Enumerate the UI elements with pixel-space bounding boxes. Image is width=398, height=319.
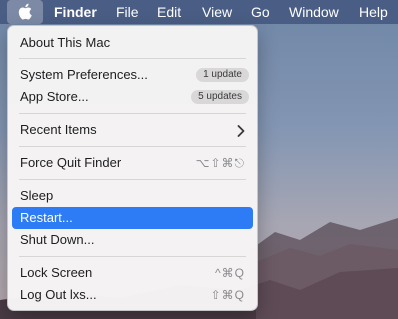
menubar-finder[interactable]: Finder [54,4,97,20]
menu-separator [19,113,246,114]
menubar-go[interactable]: Go [251,4,270,20]
menu-item-label: Sleep [20,188,54,203]
keyboard-shortcut: ^⌘Q [215,266,245,280]
menu-item-label: Lock Screen [20,265,93,280]
menu-item-restart[interactable]: Restart... [12,207,253,229]
menu-separator [19,179,246,180]
menu-separator [19,256,246,257]
apple-logo-icon [18,3,32,20]
menu-item-label: App Store... [20,89,89,104]
menu-item-label: Shut Down... [20,232,95,247]
menu-separator [19,146,246,147]
chevron-right-icon [237,122,245,138]
menu-item-app-store[interactable]: App Store... 5 updates [12,86,253,108]
apple-menu-button[interactable] [7,0,43,24]
menu-item-log-out[interactable]: Log Out lxs... ⇧⌘Q [12,284,253,306]
menu-item-label: Force Quit Finder [20,155,122,170]
menu-item-shut-down[interactable]: Shut Down... [12,229,253,251]
menu-item-lock-screen[interactable]: Lock Screen ^⌘Q [12,262,253,284]
menu-bar: Finder File Edit View Go Window Help [0,0,398,24]
menu-item-recent-items[interactable]: Recent Items [12,119,253,141]
menubar-view[interactable]: View [202,4,232,20]
menu-item-label: Recent Items [20,122,97,137]
apple-menu-dropdown: About This Mac System Preferences... 1 u… [7,25,258,311]
menubar-help[interactable]: Help [359,4,388,20]
menu-separator [19,58,246,59]
menubar-edit[interactable]: Edit [157,4,181,20]
menubar-file[interactable]: File [116,4,139,20]
menu-item-label: Restart... [20,210,73,225]
keyboard-shortcut: ⌥⇧⌘⎋ [195,156,245,170]
update-count-badge: 5 updates [191,90,249,104]
keyboard-shortcut: ⇧⌘Q [210,288,245,302]
menu-item-label: About This Mac [20,35,111,50]
menu-item-label: Log Out lxs... [20,287,97,302]
menu-item-force-quit[interactable]: Force Quit Finder ⌥⇧⌘⎋ [12,152,253,174]
menu-item-system-preferences[interactable]: System Preferences... 1 update [12,64,253,86]
menu-item-about-this-mac[interactable]: About This Mac [12,32,253,54]
menu-item-sleep[interactable]: Sleep [12,185,253,207]
menubar-window[interactable]: Window [289,4,339,20]
menu-item-label: System Preferences... [20,67,148,82]
update-count-badge: 1 update [196,68,249,82]
